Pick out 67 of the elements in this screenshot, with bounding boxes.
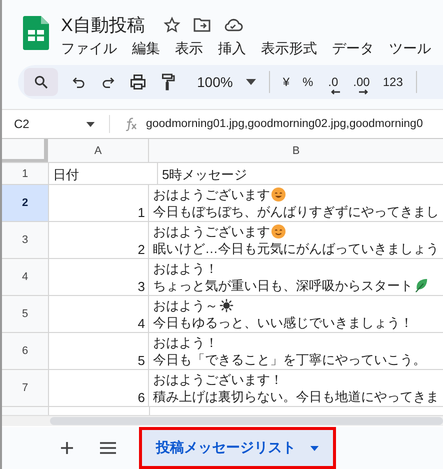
menu-item[interactable]: ツール	[389, 40, 431, 58]
menu-item[interactable]: 表示形式	[261, 40, 317, 58]
message-line: おはよう～	[153, 297, 218, 314]
horizontal-scrollbar[interactable]	[50, 417, 443, 425]
caret-icon[interactable]	[246, 79, 256, 85]
function-icon	[124, 117, 138, 131]
sheet-tab[interactable]: 投稿メッセージリスト	[142, 430, 333, 466]
caret-icon	[310, 446, 319, 450]
sun-emoji-icon	[219, 298, 234, 313]
menu-item[interactable]: 挿入	[218, 40, 246, 58]
format-button[interactable]: .00	[353, 75, 370, 89]
document-title[interactable]: X自動投稿	[61, 13, 146, 37]
table-cell: 4	[49, 296, 149, 332]
table-cell: 1	[49, 185, 149, 221]
column-header[interactable]: B	[149, 139, 443, 162]
leaf-emoji-icon	[414, 278, 429, 293]
paint-roller-icon[interactable]	[160, 73, 176, 91]
table-cell-text: 5時メッセージ	[161, 166, 248, 184]
table-cell: 日付	[49, 163, 158, 184]
menu-item[interactable]: ファイル	[61, 40, 117, 58]
smile-emoji-icon	[271, 224, 286, 239]
format-button[interactable]: 123	[382, 75, 403, 89]
row-header[interactable]: 2	[2, 185, 49, 221]
row-header[interactable]: 3	[2, 222, 49, 258]
table-cell: 2	[49, 222, 149, 258]
row-header[interactable]: 4	[2, 259, 49, 295]
menu-icon[interactable]	[100, 442, 116, 454]
zoom-dropdown[interactable]: 100%	[197, 74, 233, 90]
menu-item[interactable]: 編集	[132, 40, 160, 58]
row-header[interactable]: 6	[2, 333, 49, 369]
table-cell: 5	[49, 333, 149, 369]
table-cell: 6	[49, 370, 149, 406]
message-line: 今日も「できること」を丁寧にやっていこう。	[153, 351, 426, 368]
caret-icon[interactable]	[86, 122, 95, 126]
column-header[interactable]: A	[48, 139, 149, 162]
message-line: おはよう！	[153, 334, 218, 351]
message-line: ちょっと気が重い日も、深呼吸からスタート	[153, 277, 413, 294]
menu-item[interactable]: データ	[332, 40, 374, 58]
format-button[interactable]: ¥	[282, 75, 290, 89]
message-line: おはようございます	[153, 223, 270, 240]
search-icon	[33, 74, 49, 90]
menu-item[interactable]: 表示	[175, 40, 203, 58]
message-line: おはようございます	[153, 186, 270, 203]
grin-emoji-icon	[271, 187, 286, 202]
message-line: おはよう！	[153, 260, 218, 277]
formula-value[interactable]: goodmorning01.jpg,goodmorning02.jpg,goodmorning0	[146, 118, 423, 130]
print-icon[interactable]	[129, 73, 147, 91]
cell-reference[interactable]: C2	[14, 117, 78, 131]
cloud-check-icon[interactable]	[223, 17, 244, 33]
row-header[interactable]: 1	[2, 163, 49, 184]
folder-icon[interactable]	[193, 17, 212, 33]
message-line: 積み上げは裏切らない。今日も地道にやってきま	[153, 388, 439, 405]
row-header[interactable]: 7	[2, 370, 49, 406]
right-arrow-icon	[358, 89, 369, 95]
spreadsheet-logo-icon[interactable]	[23, 16, 49, 50]
row-header[interactable]: 5	[2, 296, 49, 332]
format-button[interactable]: %	[302, 75, 314, 89]
message-line: おはようございます！	[153, 371, 283, 388]
left-arrow-icon	[330, 89, 340, 95]
message-line: 今日もゆるっと、いい感じでいきましょう！	[153, 314, 413, 331]
add-sheet-icon[interactable]	[60, 441, 74, 455]
message-line: 今日もぼちぼち、がんばりすぎずにやってきまし	[153, 203, 439, 220]
star-icon[interactable]	[163, 16, 182, 34]
table-cell: 3	[49, 259, 149, 295]
format-button[interactable]: .0	[326, 75, 340, 89]
search-button[interactable]	[24, 68, 58, 96]
message-line: 眠いけど…今日も元気にがんばっていきましょう	[153, 240, 439, 257]
